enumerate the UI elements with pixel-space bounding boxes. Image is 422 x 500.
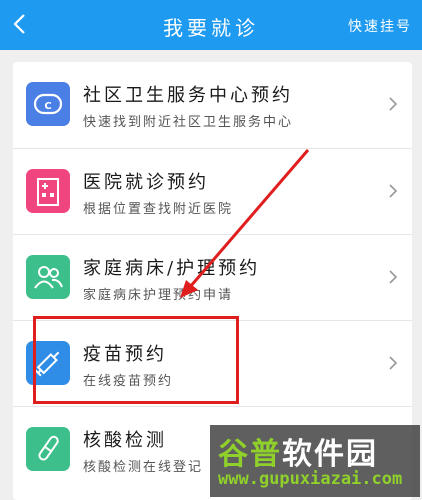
svg-text:C: C bbox=[44, 101, 51, 112]
item-title: 核酸检测 bbox=[83, 430, 167, 451]
watermark-brand: 谷普软件园 bbox=[218, 429, 378, 473]
annotation-highlight-box bbox=[33, 316, 239, 404]
test-tube-icon bbox=[26, 427, 70, 471]
list-item-home-care-appointment[interactable]: 家庭病床/护理预约 家庭病床护理预约申请 bbox=[13, 234, 412, 321]
watermark-brand-part2: 软件园 bbox=[282, 437, 378, 472]
chevron-right-icon bbox=[389, 184, 398, 198]
top-navigation-bar: 我要就诊 快速挂号 bbox=[0, 0, 422, 50]
chevron-right-icon bbox=[389, 270, 398, 284]
site-watermark: 谷普软件园 www.gupuxiazai.com bbox=[210, 425, 420, 497]
item-subtitle: 根据位置查找附近医院 bbox=[83, 202, 234, 217]
item-subtitle: 快速找到附近社区卫生服务中心 bbox=[83, 115, 294, 130]
community-center-icon: C bbox=[26, 82, 70, 126]
item-title: 社区卫生服务中心预约 bbox=[83, 85, 293, 106]
watermark-url: www.gupuxiazai.com bbox=[218, 469, 403, 489]
list-item-community-appointment[interactable]: C 社区卫生服务中心预约 快速找到附近社区卫生服务中心 bbox=[13, 62, 412, 148]
quick-register-button[interactable]: 快速挂号 bbox=[348, 16, 412, 36]
list-item-hospital-appointment[interactable]: 医院就诊预约 根据位置查找附近医院 bbox=[13, 148, 412, 235]
watermark-brand-part1: 谷普 bbox=[218, 437, 282, 472]
chevron-right-icon bbox=[389, 356, 398, 370]
hospital-building-icon bbox=[26, 169, 70, 213]
item-title: 医院就诊预约 bbox=[83, 172, 209, 193]
people-icon bbox=[26, 255, 70, 299]
item-subtitle: 核酸检测在线登记 bbox=[83, 460, 204, 475]
chevron-right-icon bbox=[389, 97, 398, 111]
item-subtitle: 家庭病床护理预约申请 bbox=[83, 288, 234, 303]
item-title: 家庭病床/护理预约 bbox=[83, 258, 261, 279]
